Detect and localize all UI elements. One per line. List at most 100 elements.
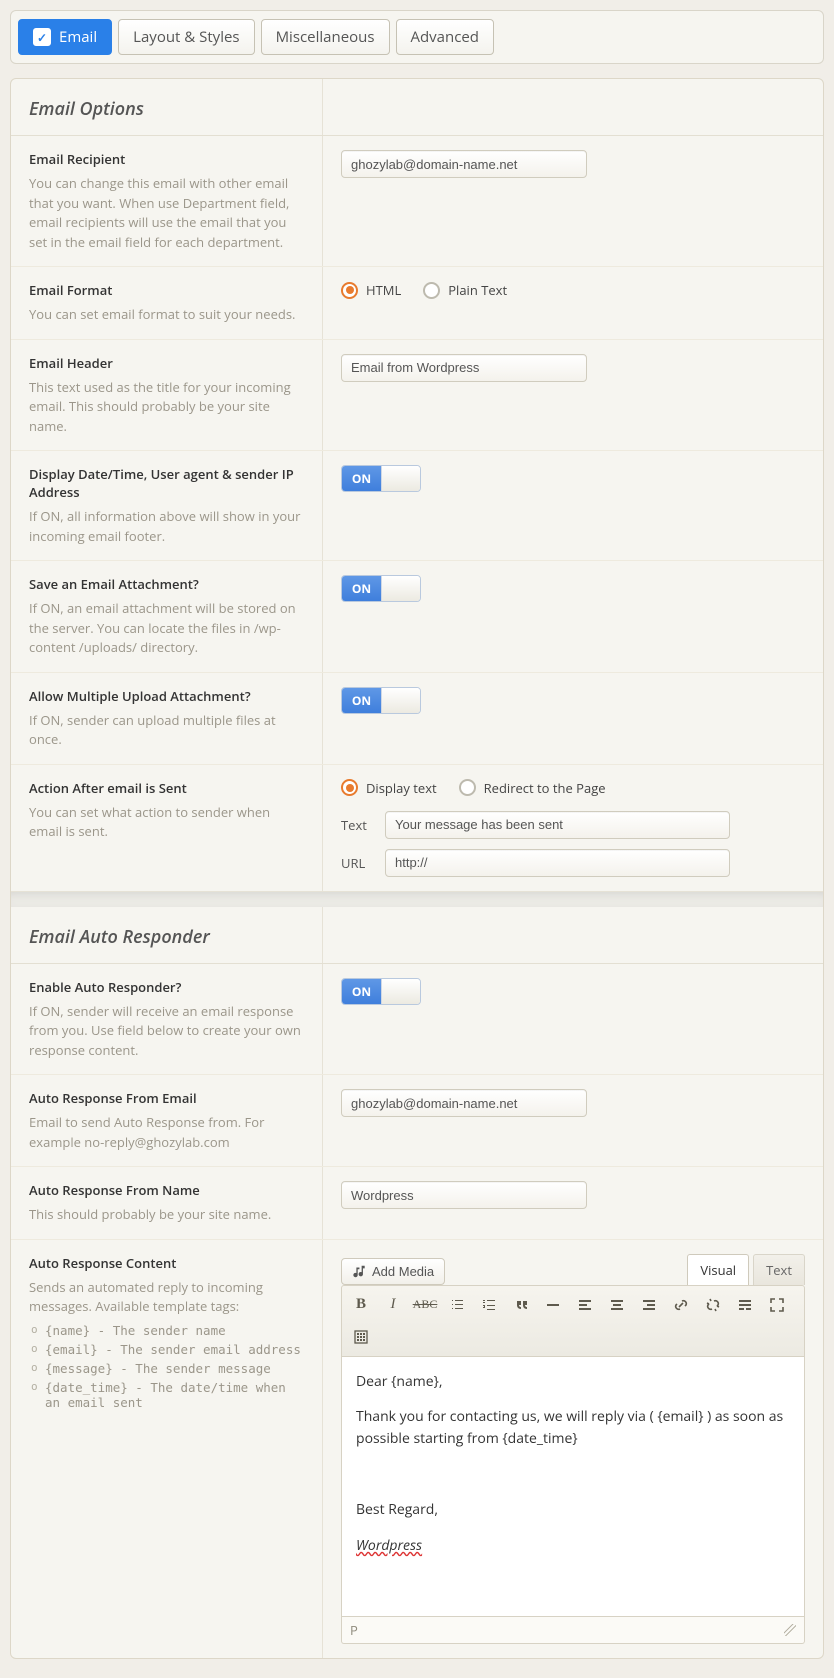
align-left-button[interactable] <box>572 1292 598 1318</box>
tab-misc-label: Miscellaneous <box>276 27 375 47</box>
input-action-url[interactable] <box>385 849 730 877</box>
strikethrough-button[interactable]: ABC <box>412 1292 438 1318</box>
editor-header: Add Media Visual Text <box>341 1254 805 1285</box>
row-ar-content: Auto Response Content Sends an automated… <box>11 1239 823 1658</box>
toggle-save-attachment[interactable]: ON <box>341 575 421 602</box>
italic-button[interactable]: I <box>380 1292 406 1318</box>
unlink-button[interactable] <box>700 1292 726 1318</box>
toggle-on-label: ON <box>342 979 381 1004</box>
toolbar-toggle-button[interactable] <box>348 1324 374 1350</box>
editor-tab-visual-label: Visual <box>700 1261 736 1279</box>
input-action-text[interactable] <box>385 811 730 839</box>
desc-save-attachment: If ON, an email attachment will be store… <box>29 599 304 658</box>
section-email-options: Email Options <box>11 79 823 135</box>
toggle-on-label: ON <box>342 688 381 713</box>
add-media-button[interactable]: Add Media <box>341 1258 445 1285</box>
resize-handle-icon[interactable] <box>784 1624 796 1636</box>
desc-action-after-sent: You can set what action to sender when e… <box>29 803 304 842</box>
editor-statusbar: P <box>341 1617 805 1644</box>
toggle-on-label: ON <box>342 466 381 491</box>
input-ar-from-email[interactable] <box>341 1089 587 1117</box>
settings-card: Email Options Email Recipient You can ch… <box>10 78 824 1659</box>
desc-ar-from-name: This should probably be your site name. <box>29 1205 304 1225</box>
toggle-multi-attachment[interactable]: ON <box>341 687 421 714</box>
input-ar-from-name[interactable] <box>341 1181 587 1209</box>
radio-action-redirect[interactable]: Redirect to the Page <box>459 779 606 797</box>
toggle-knob <box>381 466 420 491</box>
desc-datetime-ip: If ON, all information above will show i… <box>29 507 304 546</box>
row-email-format: Email Format You can set email format to… <box>11 266 823 339</box>
tag-message: {message} - The sender message <box>31 1361 304 1376</box>
tab-advanced-label: Advanced <box>411 27 479 47</box>
row-save-attachment: Save an Email Attachment? If ON, an emai… <box>11 560 823 672</box>
label-email-recipient: Email Recipient <box>29 150 304 168</box>
section-title-auto-responder: Email Auto Responder <box>29 925 304 949</box>
editor-path: P <box>350 1621 358 1639</box>
row-email-recipient: Email Recipient You can change this emai… <box>11 135 823 266</box>
tag-email: {email} - The sender email address <box>31 1342 304 1357</box>
number-list-button[interactable] <box>476 1292 502 1318</box>
label-email-header: Email Header <box>29 354 304 372</box>
link-button[interactable] <box>668 1292 694 1318</box>
tabs: ✓ Email Layout & Styles Miscellaneous Ad… <box>18 19 816 55</box>
radio-format-plain-label: Plain Text <box>448 281 507 299</box>
tab-email[interactable]: ✓ Email <box>18 19 112 55</box>
label-ar-from-email: Auto Response From Email <box>29 1089 304 1107</box>
section-separator <box>11 891 823 907</box>
row-ar-from-name: Auto Response From Name This should prob… <box>11 1166 823 1239</box>
desc-email-format: You can set email format to suit your ne… <box>29 305 304 325</box>
row-enable-auto-responder: Enable Auto Responder? If ON, sender wil… <box>11 963 823 1075</box>
toggle-knob <box>381 576 420 601</box>
editor-body[interactable]: Dear {name}, Thank you for contacting us… <box>341 1357 805 1617</box>
label-enable-ar: Enable Auto Responder? <box>29 978 304 996</box>
editor-tab-visual[interactable]: Visual <box>687 1254 749 1285</box>
radio-action-display-text-label: Display text <box>366 779 437 797</box>
radio-format-html[interactable]: HTML <box>341 281 401 299</box>
input-email-recipient[interactable] <box>341 150 587 178</box>
tag-date: {date_time} - The date/time when an emai… <box>31 1380 304 1410</box>
radio-format-html-label: HTML <box>366 281 401 299</box>
tabs-card: ✓ Email Layout & Styles Miscellaneous Ad… <box>10 10 824 64</box>
tab-miscellaneous[interactable]: Miscellaneous <box>261 19 390 55</box>
editor-line-2: Thank you for contacting us, we will rep… <box>356 1406 790 1449</box>
tab-email-label: Email <box>59 27 97 47</box>
editor-toolbar: B I ABC <box>341 1285 805 1357</box>
label-action-url: URL <box>341 854 375 872</box>
bullet-list-button[interactable] <box>444 1292 470 1318</box>
radio-format-plain[interactable]: Plain Text <box>423 281 507 299</box>
toggle-knob <box>381 688 420 713</box>
bold-button[interactable]: B <box>348 1292 374 1318</box>
row-ar-from-email: Auto Response From Email Email to send A… <box>11 1074 823 1166</box>
desc-enable-ar: If ON, sender will receive an email resp… <box>29 1002 304 1061</box>
fullscreen-button[interactable] <box>764 1292 790 1318</box>
align-center-button[interactable] <box>604 1292 630 1318</box>
section-auto-responder: Email Auto Responder <box>11 907 823 963</box>
toggle-enable-ar[interactable]: ON <box>341 978 421 1005</box>
editor-tab-text-label: Text <box>766 1261 792 1279</box>
label-datetime-ip: Display Date/Time, User agent & sender I… <box>29 465 304 501</box>
desc-multi-attachment: If ON, sender can upload multiple files … <box>29 711 304 750</box>
radio-action-display-text[interactable]: Display text <box>341 779 437 797</box>
radio-action-redirect-label: Redirect to the Page <box>484 779 606 797</box>
radio-dot-icon <box>341 282 358 299</box>
template-tags-list: {name} - The sender name {email} - The s… <box>31 1323 304 1410</box>
align-right-button[interactable] <box>636 1292 662 1318</box>
horizontal-rule-button[interactable] <box>540 1292 566 1318</box>
editor-line-4: Wordpress <box>356 1536 422 1555</box>
toggle-datetime-ip[interactable]: ON <box>341 465 421 492</box>
insert-more-button[interactable] <box>732 1292 758 1318</box>
section-title-email-options: Email Options <box>29 97 304 121</box>
blockquote-button[interactable] <box>508 1292 534 1318</box>
label-ar-content: Auto Response Content <box>29 1254 304 1272</box>
row-action-after-sent: Action After email is Sent You can set w… <box>11 764 823 891</box>
editor-tab-text[interactable]: Text <box>753 1254 805 1285</box>
label-multi-attachment: Allow Multiple Upload Attachment? <box>29 687 304 705</box>
desc-email-header: This text used as the title for your inc… <box>29 378 304 437</box>
radio-dot-icon <box>459 779 476 796</box>
radio-dot-icon <box>341 779 358 796</box>
editor-line-1: Dear {name}, <box>356 1371 790 1393</box>
input-email-header[interactable] <box>341 354 587 382</box>
tab-advanced[interactable]: Advanced <box>396 19 494 55</box>
tab-layout-styles[interactable]: Layout & Styles <box>118 19 254 55</box>
tab-layout-label: Layout & Styles <box>133 27 239 47</box>
